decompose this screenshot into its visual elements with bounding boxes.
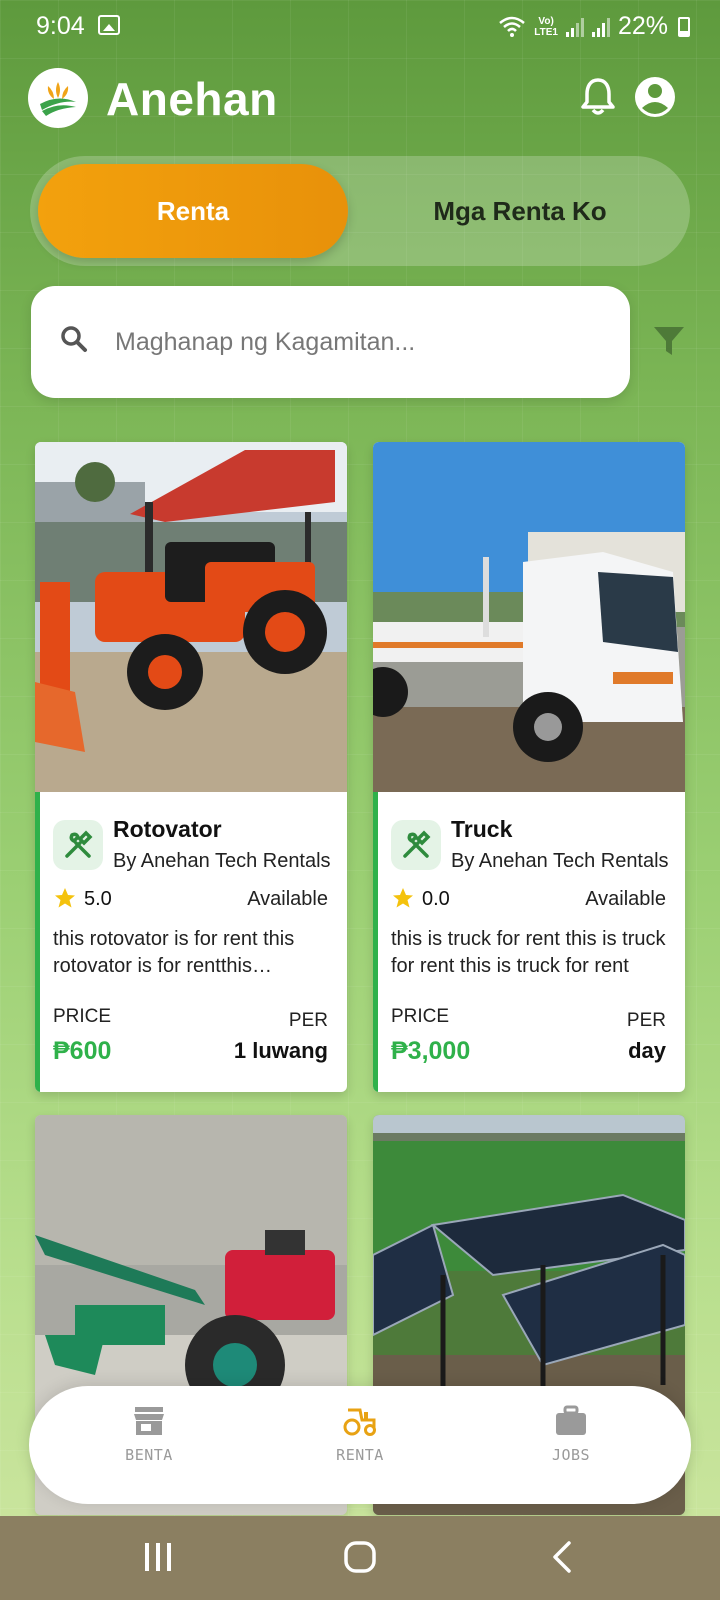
recent-apps-icon[interactable] — [142, 1540, 174, 1574]
per-label: PER — [288, 1010, 328, 1031]
system-navigation-bar — [0, 1516, 720, 1600]
app-logo — [28, 68, 88, 128]
app-title: Anehan — [106, 73, 278, 125]
bell-icon — [581, 78, 615, 115]
filter-icon[interactable] — [652, 324, 686, 358]
listing-status: Available — [585, 888, 666, 910]
listing-name: Rotovator — [113, 816, 222, 842]
status-time: 9:04 — [36, 12, 85, 40]
star-icon — [393, 888, 413, 908]
nav-label: RENTA — [336, 1446, 384, 1464]
search-icon — [61, 326, 87, 352]
listing-status: Available — [247, 888, 328, 910]
rice-logo-icon — [40, 82, 76, 116]
signal-2-icon — [591, 17, 610, 37]
price-label: PRICE — [53, 1006, 112, 1027]
status-indicators: Vo) LTE1 22% — [498, 12, 690, 41]
listing-details: Rotovator By Anehan Tech Rentals 5.0 Ava… — [35, 792, 347, 1092]
tab-mga-renta-ko[interactable]: Mga Renta Ko — [360, 164, 680, 258]
listing-description: this rotovator is for rent this rotovato… — [53, 928, 295, 977]
listing-price: ₱600 — [53, 1037, 112, 1065]
tools-icon — [65, 830, 93, 858]
listing-image-truck — [373, 442, 685, 792]
tools-icon — [403, 830, 431, 858]
wifi-icon — [499, 16, 526, 37]
briefcase-icon — [556, 1405, 586, 1435]
nav-renta[interactable]: RENTA — [290, 1404, 430, 1464]
gallery-notification-icon — [98, 15, 120, 35]
home-icon[interactable] — [343, 1540, 377, 1574]
signal-1-icon — [565, 17, 584, 37]
listing-owner: By Anehan Tech Rentals — [451, 850, 669, 872]
listing-card[interactable]: Truck By Anehan Tech Rentals 0.0 Availab… — [373, 442, 685, 1092]
nav-jobs[interactable]: JOBS — [501, 1404, 641, 1464]
listing-rating: 0.0 — [422, 888, 450, 910]
bottom-navigation: BENTA RENTA JOBS — [29, 1386, 691, 1504]
listing-per-unit: 1 luwang — [233, 1038, 328, 1063]
listing-card[interactable]: Rotovator By Anehan Tech Rentals 5.0 Ava… — [35, 442, 347, 1092]
lte-indicator: Vo) LTE1 — [534, 15, 558, 38]
star-icon — [55, 888, 75, 908]
price-label: PRICE — [391, 1006, 450, 1027]
tools-badge — [53, 820, 103, 870]
battery-icon — [678, 16, 690, 37]
app-header: Anehan — [28, 66, 676, 130]
nav-benta[interactable]: BENTA — [79, 1404, 219, 1464]
nav-label: JOBS — [551, 1446, 591, 1464]
listing-price: ₱3,000 — [391, 1037, 471, 1065]
nav-label: BENTA — [125, 1446, 173, 1464]
listing-image-tractor — [35, 442, 347, 792]
notification-button[interactable] — [580, 76, 616, 121]
search-input[interactable] — [115, 314, 605, 370]
listing-details: Truck By Anehan Tech Rentals 0.0 Availab… — [373, 792, 685, 1092]
per-label: PER — [626, 1010, 666, 1031]
tractor-icon — [343, 1408, 376, 1436]
battery-percent: 22% — [617, 12, 668, 40]
listing-owner: By Anehan Tech Rentals — [113, 850, 331, 872]
account-icon — [635, 77, 675, 117]
tab-renta[interactable]: Renta — [38, 164, 348, 258]
account-button[interactable] — [634, 76, 676, 123]
rent-tabs: Renta Mga Renta Ko — [30, 156, 690, 266]
search-bar — [31, 286, 630, 398]
listing-rating: 5.0 — [84, 888, 112, 910]
tools-badge — [391, 820, 441, 870]
listing-description: this is truck for rent this is truck for… — [391, 928, 666, 977]
listing-name: Truck — [451, 816, 513, 842]
listing-per-unit: day — [628, 1038, 666, 1063]
store-icon — [134, 1407, 164, 1435]
back-icon[interactable] — [550, 1540, 574, 1574]
status-bar: 9:04 Vo) LTE1 22% — [0, 0, 720, 52]
